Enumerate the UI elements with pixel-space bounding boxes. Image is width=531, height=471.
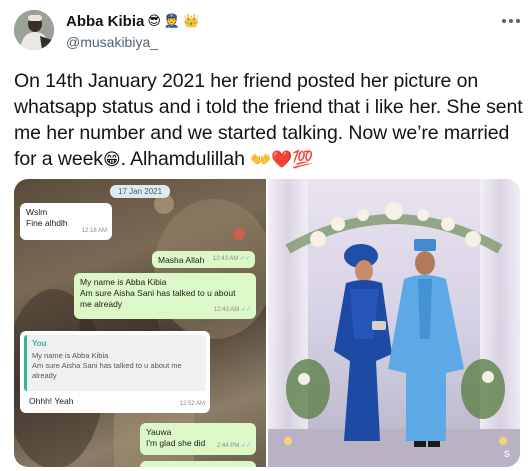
avatar[interactable] <box>14 10 54 50</box>
message-time: 12:52 AM <box>179 401 205 407</box>
tweet-media[interactable]: 17 Jan 2021 Wslm Fine alhdlh 12:18 AM Ma… <box>14 179 520 467</box>
more-options-button[interactable] <box>500 12 522 30</box>
groom-figure <box>388 239 464 447</box>
double-check-icon: ✓✓ <box>239 256 250 262</box>
chat-message-outgoing: My name is Abba Kibia Am sure Aisha Sani… <box>74 273 256 319</box>
photo-watermark: S <box>503 449 510 459</box>
author-name-row: Abba Kibia 😎 👮 👑 <box>66 13 199 30</box>
chat-message-reply: You My name is Abba Kibia Am sure Aisha … <box>20 331 210 413</box>
chat-date-chip: 17 Jan 2021 <box>110 185 171 198</box>
more-horizontal-icon <box>502 19 506 23</box>
tweet-text: On 14th January 2021 her friend posted h… <box>14 68 526 173</box>
grinning-emoji-icon: 😁 <box>102 150 121 170</box>
tweet-text-tail: . Alhamdulillah <box>120 148 245 170</box>
whatsapp-chat-screenshot[interactable]: 17 Jan 2021 Wslm Fine alhdlh 12:18 AM Ma… <box>14 179 266 467</box>
message-time: 12:43 AM ✓✓ <box>212 256 250 262</box>
chat-message-outgoing: Masha Allah 12:43 AM ✓✓ <box>152 251 255 268</box>
double-check-icon: ✓✓ <box>240 443 251 449</box>
message-time: 2:44 PM ✓✓ <box>216 443 251 449</box>
message-time: 12:18 AM <box>81 228 107 234</box>
avatar-image <box>14 10 54 50</box>
chat-message-incoming: Wslm Fine alhdlh 12:18 AM <box>20 203 112 240</box>
double-check-icon: ✓✓ <box>240 307 251 313</box>
message-time: 12:43 AM ✓✓ <box>213 307 251 313</box>
chat-message-outgoing-cut <box>140 461 256 467</box>
tail-emojis-icon: 👐❤️💯 <box>250 150 314 170</box>
quoted-message[interactable]: You My name is Abba Kibia Am sure Aisha … <box>24 335 206 391</box>
author-handle[interactable]: @musakibiya_ <box>66 34 158 50</box>
quote-author: You <box>32 339 47 348</box>
chat-message-outgoing: Yauwa I'm glad she did 2:44 PM ✓✓ <box>140 423 256 455</box>
crown-emoji-icon: 👑 <box>183 14 200 29</box>
author-display-name[interactable]: Abba Kibia <box>66 13 144 30</box>
police-officer-emoji-icon: 👮 <box>163 14 181 29</box>
sunglasses-emoji-icon: 😎 <box>147 14 161 29</box>
tweet-card: Abba Kibia 😎 👮 👑 @musakibiya_ On 14th Ja… <box>0 0 531 471</box>
wedding-photo[interactable]: S <box>268 179 520 467</box>
